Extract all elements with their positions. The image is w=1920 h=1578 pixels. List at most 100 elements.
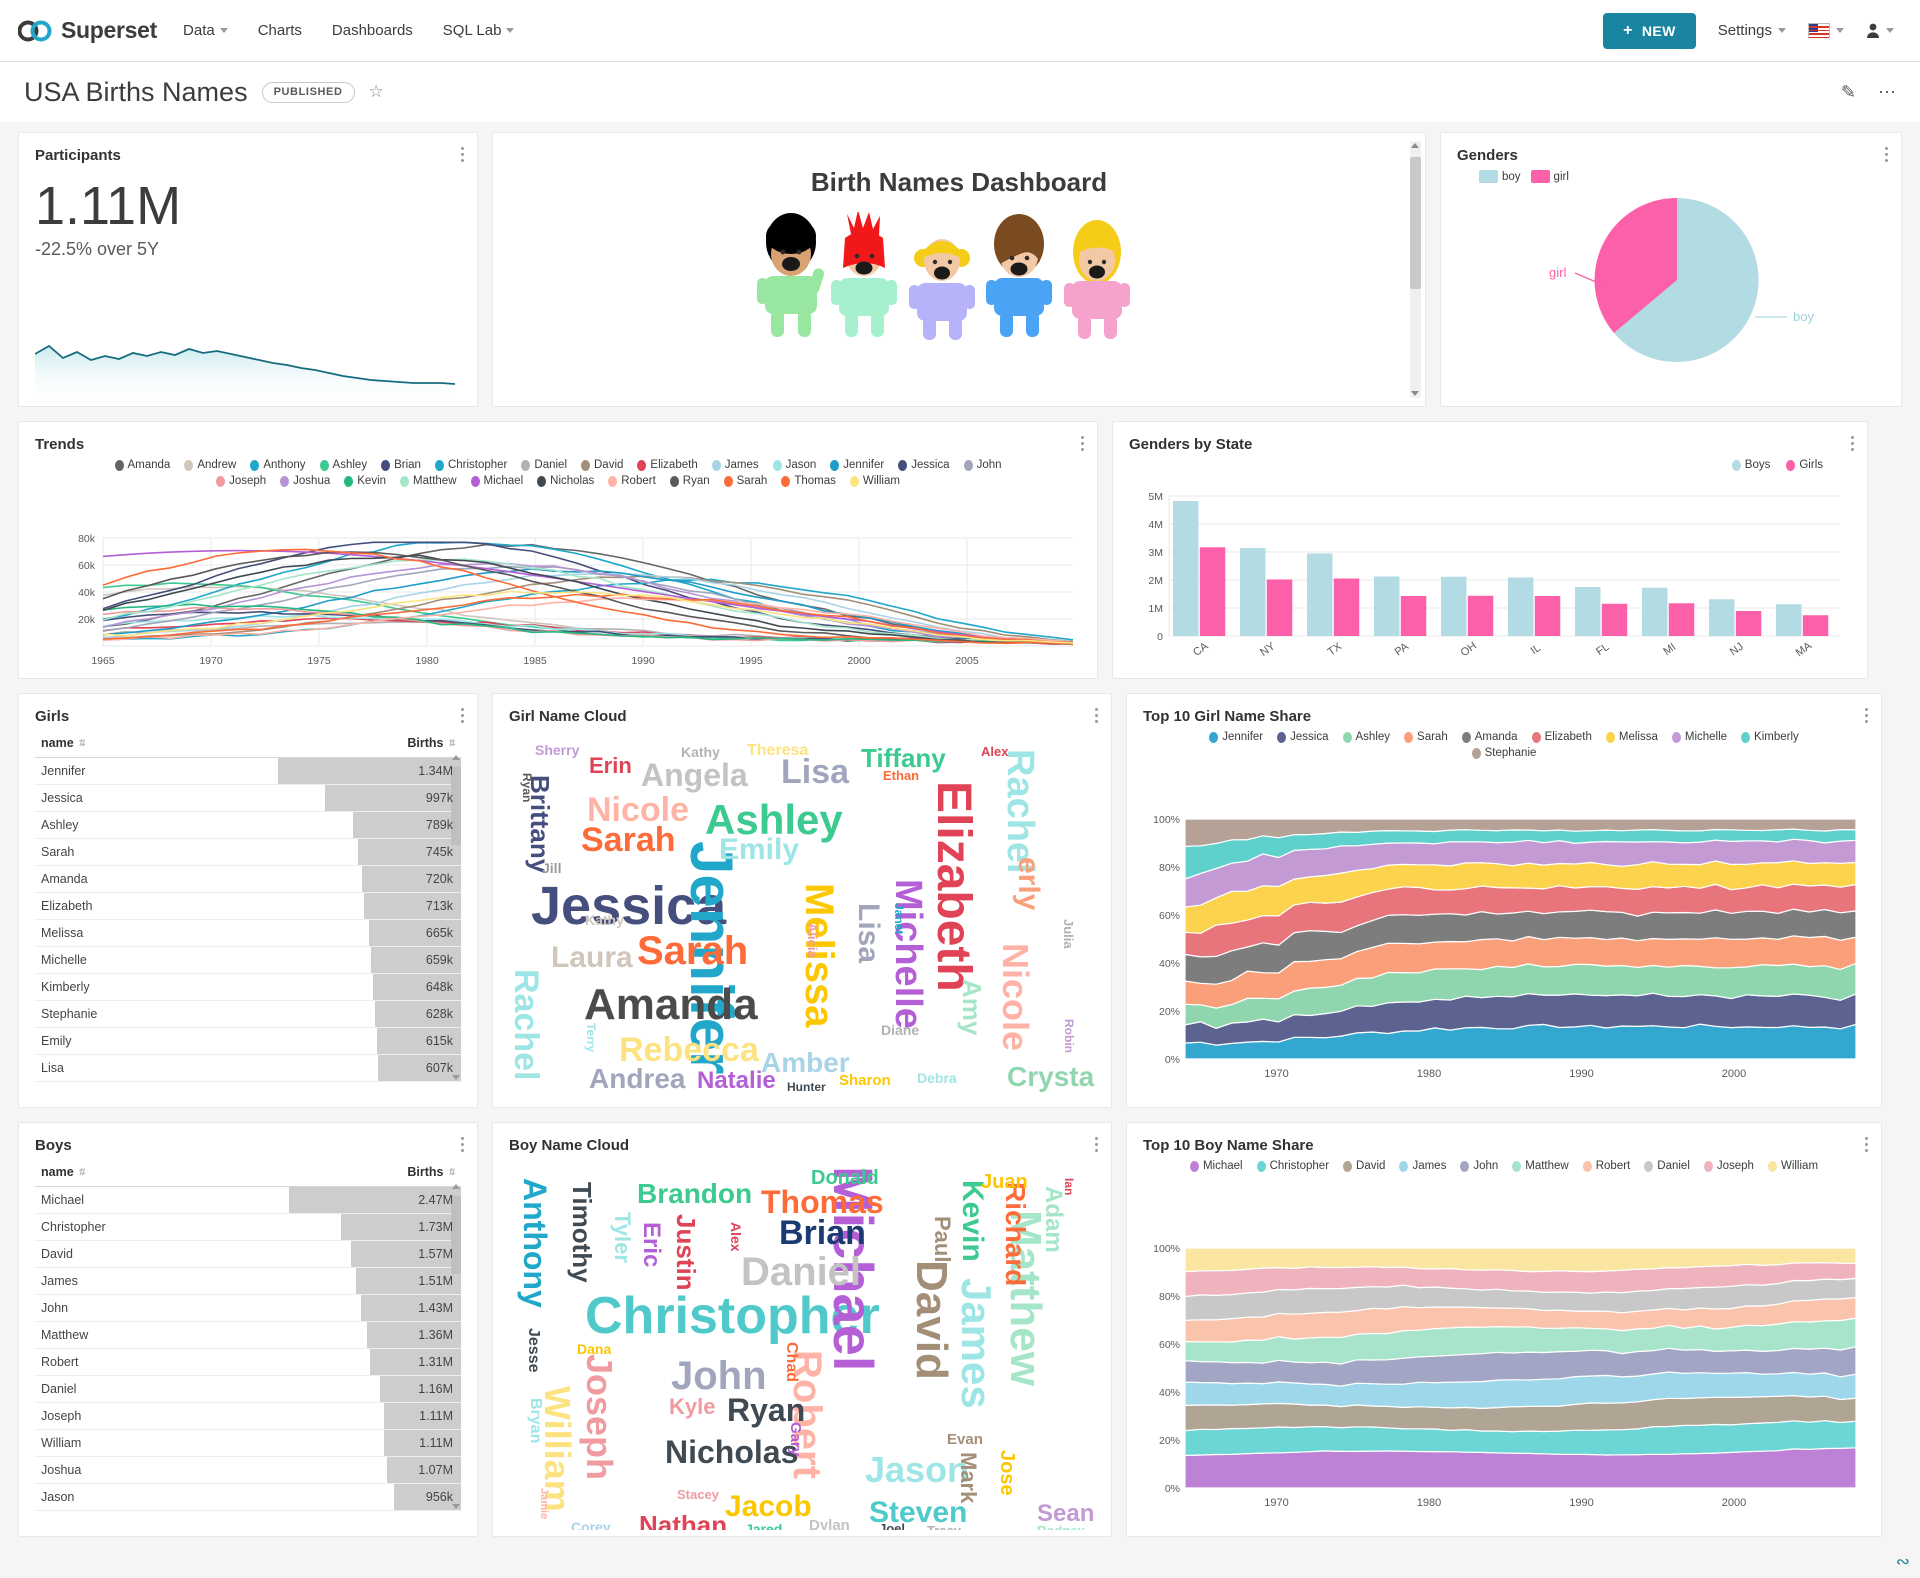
- table-row[interactable]: Christopher 1.73M: [35, 1213, 461, 1241]
- bar-NY-boys[interactable]: [1240, 548, 1266, 636]
- nav-item-sql-lab[interactable]: SQL Lab: [443, 22, 515, 39]
- word-alicia[interactable]: Alicia: [805, 923, 820, 958]
- bar-MI-boys[interactable]: [1642, 587, 1668, 636]
- word-dana[interactable]: Dana: [577, 1342, 611, 1356]
- legend-item-andrew[interactable]: Andrew: [184, 459, 236, 471]
- scroll-down-arrow-icon[interactable]: [452, 1075, 460, 1080]
- word-james[interactable]: James: [953, 1278, 1000, 1409]
- table-row[interactable]: James 1.51M: [35, 1267, 461, 1295]
- table-row[interactable]: Emily 615k: [35, 1027, 461, 1055]
- word-thomas[interactable]: Thomas: [761, 1186, 884, 1218]
- user-menu[interactable]: [1866, 23, 1894, 39]
- word-hunter[interactable]: Hunter: [787, 1081, 826, 1093]
- legend-item-jason[interactable]: Jason: [772, 459, 816, 471]
- legend-item-sarah[interactable]: Sarah: [1404, 731, 1448, 743]
- card-menu-boy-share[interactable]: [1865, 1137, 1868, 1155]
- legend-item-stephanie[interactable]: Stephanie: [1471, 747, 1536, 759]
- card-menu-genders[interactable]: [1885, 147, 1888, 165]
- word-rachel[interactable]: Rachel: [999, 749, 1041, 874]
- status-badge[interactable]: PUBLISHED: [261, 81, 355, 103]
- word-justin[interactable]: Justin: [671, 1214, 701, 1291]
- word-daniel[interactable]: Daniel: [741, 1252, 861, 1292]
- bar-CA-girls[interactable]: [1199, 547, 1226, 636]
- column-header-births[interactable]: Births ⇅: [252, 731, 461, 758]
- legend-item-jennifer[interactable]: Jennifer: [830, 459, 884, 471]
- legend-item-brian[interactable]: Brian: [381, 459, 421, 471]
- word-stacey[interactable]: Stacey: [677, 1488, 719, 1501]
- legend-item-melissa[interactable]: Melissa: [1605, 731, 1658, 743]
- word-alex[interactable]: Alex: [981, 745, 1008, 758]
- word-evan[interactable]: Evan: [947, 1432, 983, 1447]
- word-theresa[interactable]: Theresa: [747, 743, 808, 759]
- table-row[interactable]: Joshua 1.07M: [35, 1456, 461, 1484]
- table-row[interactable]: Lisa 607k: [35, 1054, 461, 1082]
- card-menu-girl-cloud[interactable]: [1095, 708, 1098, 726]
- word-anthony[interactable]: Anthony: [517, 1178, 553, 1308]
- bar-NY-girls[interactable]: [1266, 579, 1293, 637]
- nav-item-dashboards[interactable]: Dashboards: [332, 22, 413, 39]
- legend-item-boy[interactable]: boy: [1479, 170, 1521, 183]
- word-john[interactable]: John: [671, 1356, 767, 1396]
- legend-item-joseph[interactable]: Joseph: [216, 475, 266, 487]
- legend-item-jessica[interactable]: Jessica: [898, 459, 950, 471]
- word-brandon[interactable]: Brandon: [637, 1180, 752, 1208]
- legend-item-john[interactable]: John: [963, 459, 1002, 471]
- legend-item-christopher[interactable]: Christopher: [1256, 1160, 1329, 1172]
- column-header-births[interactable]: Births ⇅: [265, 1160, 461, 1187]
- superset-logo[interactable]: Superset: [18, 17, 157, 44]
- word-debra[interactable]: Debra: [917, 1071, 957, 1085]
- card-menu-boys[interactable]: [461, 1137, 464, 1155]
- legend-item-ashley[interactable]: Ashley: [1342, 731, 1390, 743]
- word-nicole[interactable]: Nicole: [587, 793, 689, 827]
- scroll-down-arrow-icon[interactable]: [452, 1504, 460, 1509]
- legend-item-michael[interactable]: Michael: [470, 475, 523, 487]
- markdown-scrollbar[interactable]: [1410, 141, 1421, 398]
- legend-item-daniel[interactable]: Daniel: [1644, 1160, 1690, 1172]
- bar-OH-boys[interactable]: [1441, 576, 1467, 636]
- legend-item-john[interactable]: John: [1460, 1160, 1498, 1172]
- table-row[interactable]: William 1.11M: [35, 1429, 461, 1457]
- word-sarah[interactable]: Sarah: [637, 931, 748, 971]
- word-jesse[interactable]: Jesse: [525, 1328, 542, 1373]
- legend-item-anthony[interactable]: Anthony: [250, 459, 306, 471]
- column-header-name[interactable]: name ⇅: [35, 731, 253, 758]
- legend-item-matthew[interactable]: Matthew: [400, 475, 457, 487]
- word-ethan[interactable]: Ethan: [883, 769, 919, 782]
- bar-CA-boys[interactable]: [1173, 501, 1199, 636]
- card-menu-trends[interactable]: [1081, 436, 1084, 454]
- word-dylan[interactable]: Dylan: [809, 1518, 850, 1530]
- word-jill[interactable]: Jill: [542, 861, 561, 875]
- table-row[interactable]: Matthew 1.36M: [35, 1321, 461, 1349]
- word-julia[interactable]: Julia: [1061, 919, 1076, 949]
- word-crystal[interactable]: Crystal: [1007, 1063, 1095, 1091]
- column-header-name[interactable]: name ⇅: [35, 1160, 266, 1187]
- legend-item-daniel[interactable]: Daniel: [521, 459, 567, 471]
- word-amy[interactable]: Amy: [957, 979, 987, 1035]
- word-terry[interactable]: Terry: [584, 1023, 598, 1052]
- word-kyle[interactable]: Kyle: [669, 1396, 715, 1418]
- bar-FL-girls[interactable]: [1601, 603, 1628, 636]
- word-ryan[interactable]: Ryan: [520, 773, 534, 802]
- language-selector[interactable]: [1808, 23, 1844, 39]
- table-row[interactable]: Stephanie 628k: [35, 1000, 461, 1028]
- word-jared[interactable]: Jared: [745, 1522, 782, 1530]
- legend-item-elizabeth[interactable]: Elizabeth: [637, 459, 698, 471]
- legend-item-james[interactable]: James: [1399, 1160, 1446, 1172]
- word-angela[interactable]: Angela: [641, 759, 748, 791]
- word-david[interactable]: David: [907, 1260, 956, 1380]
- word-ian[interactable]: Ian: [1062, 1178, 1076, 1195]
- word-lisa[interactable]: Lisa: [781, 755, 849, 789]
- word-brian[interactable]: Brian: [779, 1216, 866, 1250]
- settings-menu[interactable]: Settings: [1718, 22, 1786, 39]
- word-chad[interactable]: Chad: [783, 1342, 800, 1382]
- word-erly[interactable]: erly: [1012, 857, 1045, 910]
- legend-item-joseph[interactable]: Joseph: [1703, 1160, 1754, 1172]
- table-row[interactable]: John 1.43M: [35, 1294, 461, 1322]
- word-juan[interactable]: Juan: [981, 1172, 1028, 1192]
- legend-item-william[interactable]: William: [849, 475, 900, 487]
- bar-NJ-girls[interactable]: [1735, 611, 1762, 636]
- favorite-star-icon[interactable]: ☆: [369, 82, 384, 102]
- bar-PA-girls[interactable]: [1400, 596, 1427, 636]
- legend-item-amanda[interactable]: Amanda: [1461, 731, 1518, 743]
- word-andrea[interactable]: Andrea: [589, 1065, 685, 1093]
